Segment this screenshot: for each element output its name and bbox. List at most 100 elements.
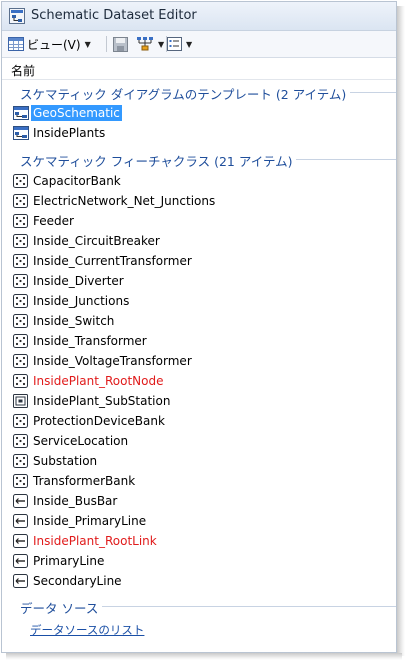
node-class-icon	[12, 213, 29, 229]
feature-class-name: ElectricNetwork_Net_Junctions	[33, 194, 216, 208]
feature-class-name: TransformerBank	[33, 474, 136, 488]
node-on-node-class-icon	[12, 393, 29, 409]
feature-class-name: Inside_CurrentTransformer	[33, 254, 192, 268]
feature-class-name: Inside_Diverter	[33, 274, 124, 288]
group-header-diagram-templates[interactable]: スケマティック ダイアグラムのテンプレート (2 アイテム)	[2, 82, 396, 103]
node-class-icon	[12, 453, 29, 469]
feature-class-name: Inside_VoltageTransformer	[33, 354, 192, 368]
window-shadow-bottom	[6, 653, 402, 660]
window-shadow-right	[397, 6, 405, 656]
feature-class-name: CapacitorBank	[33, 174, 121, 188]
node-class-icon	[12, 433, 29, 449]
feature-class-name: Inside_Junctions	[33, 294, 130, 308]
list-item-feature-class[interactable]: CapacitorBank	[12, 172, 123, 190]
schematic-app-icon	[9, 8, 25, 24]
name-column-label: 名前	[11, 64, 36, 78]
list-item-feature-class[interactable]: InsidePlant_RootNode	[12, 372, 165, 390]
node-class-icon	[12, 253, 29, 269]
feature-class-name: InsidePlant_RootLink	[33, 534, 157, 548]
schematic-layout-icon	[137, 37, 153, 51]
feature-class-name: Inside_PrimaryLine	[33, 514, 147, 528]
list-item-feature-class[interactable]: Inside_Diverter	[12, 272, 126, 290]
toolbar: ビュー(V) ▼ ▼ ▼	[2, 31, 396, 58]
list-item-feature-class[interactable]: SecondaryLine	[12, 572, 124, 590]
feature-class-name: PrimaryLine	[33, 554, 105, 568]
list-item-feature-class[interactable]: Inside_BusBar	[12, 492, 119, 510]
list-item-feature-class[interactable]: TransformerBank	[12, 472, 137, 490]
schematic-dataset-editor-window: Schematic Dataset Editor ビュー(V) ▼ ▼ ▼ 名前…	[1, 1, 397, 653]
feature-class-name: InsidePlant_SubStation	[33, 394, 171, 408]
group-divider	[100, 606, 396, 607]
chevron-down-icon: ▼	[84, 39, 91, 49]
node-class-icon	[12, 273, 29, 289]
list-options-button[interactable]: ▼	[167, 34, 192, 54]
list-item-feature-class[interactable]: InsidePlant_SubStation	[12, 392, 172, 410]
group-divider	[288, 159, 396, 160]
feature-class-name: Feeder	[33, 214, 74, 228]
node-class-icon	[12, 413, 29, 429]
group-label: スケマティック フィーチャクラス (21 アイテム)	[20, 151, 297, 170]
feature-class-name: ServiceLocation	[33, 434, 129, 448]
list-item-feature-class[interactable]: PrimaryLine	[12, 552, 106, 570]
list-item-feature-class[interactable]: Inside_Junctions	[12, 292, 131, 310]
link-class-icon	[12, 493, 29, 509]
save-icon	[113, 36, 128, 52]
feature-class-name: Inside_Switch	[33, 314, 115, 328]
diagram-template-icon	[12, 105, 29, 121]
list-item-feature-class[interactable]: Substation	[12, 452, 99, 470]
list-item-feature-class[interactable]: Inside_PrimaryLine	[12, 512, 148, 530]
name-column-header[interactable]: 名前	[2, 59, 396, 80]
node-class-icon	[12, 173, 29, 189]
list-item-template[interactable]: GeoSchematic	[12, 104, 122, 122]
feature-class-name: InsidePlant_RootNode	[33, 374, 164, 388]
list-options-icon	[167, 37, 182, 51]
template-name: GeoSchematic	[31, 105, 122, 121]
grid-view-icon	[8, 37, 24, 51]
feature-class-name: Inside_CircuitBreaker	[33, 234, 160, 248]
list-item-feature-class[interactable]: Inside_CurrentTransformer	[12, 252, 194, 270]
window-title: Schematic Dataset Editor	[31, 8, 197, 23]
group-header-data-source[interactable]: データ ソース	[2, 596, 396, 617]
group-label: データ ソース	[20, 598, 103, 617]
feature-class-name: Substation	[33, 454, 98, 468]
node-class-icon	[12, 233, 29, 249]
list-item-feature-class[interactable]: Inside_Switch	[12, 312, 116, 330]
group-header-feature-classes[interactable]: スケマティック フィーチャクラス (21 アイテム)	[2, 149, 396, 170]
feature-class-name: SecondaryLine	[33, 574, 122, 588]
list-item-template[interactable]: InsidePlants	[12, 124, 107, 142]
list-item-feature-class[interactable]: ElectricNetwork_Net_Junctions	[12, 192, 217, 210]
node-class-icon	[12, 473, 29, 489]
chevron-down-icon: ▼	[186, 39, 193, 49]
title-bar: Schematic Dataset Editor	[2, 2, 396, 31]
toolbar-separator	[106, 36, 107, 52]
list-item-feature-class[interactable]: ProtectionDeviceBank	[12, 412, 167, 430]
view-menu-button[interactable]: ビュー(V) ▼	[8, 34, 91, 54]
node-class-icon	[12, 293, 29, 309]
list-item-feature-class[interactable]: InsidePlant_RootLink	[12, 532, 159, 550]
node-class-icon	[12, 313, 29, 329]
list-item-feature-class[interactable]: ServiceLocation	[12, 432, 130, 450]
node-class-icon	[12, 353, 29, 369]
template-name: InsidePlants	[33, 126, 106, 140]
node-class-icon	[12, 193, 29, 209]
list-item-feature-class[interactable]: Inside_VoltageTransformer	[12, 352, 194, 370]
schematic-layout-button[interactable]: ▼	[136, 34, 164, 54]
link-class-icon	[12, 553, 29, 569]
link-class-icon	[12, 513, 29, 529]
view-menu-label: ビュー(V)	[27, 37, 81, 52]
group-label: スケマティック ダイアグラムのテンプレート (2 アイテム)	[20, 84, 351, 103]
node-class-icon	[12, 373, 29, 389]
save-button[interactable]	[113, 34, 128, 54]
data-source-list-link[interactable]: データソースのリスト	[30, 622, 144, 638]
diagram-template-icon	[12, 125, 29, 141]
chevron-down-icon: ▼	[158, 39, 165, 49]
list-item-feature-class[interactable]: Feeder	[12, 212, 76, 230]
link-class-icon	[12, 533, 29, 549]
node-class-icon	[12, 333, 29, 349]
feature-class-name: Inside_BusBar	[33, 494, 118, 508]
list-item-feature-class[interactable]: Inside_Transformer	[12, 332, 149, 350]
link-class-icon	[12, 573, 29, 589]
feature-class-name: ProtectionDeviceBank	[33, 414, 165, 428]
list-item-feature-class[interactable]: Inside_CircuitBreaker	[12, 232, 162, 250]
feature-class-name: Inside_Transformer	[33, 334, 147, 348]
